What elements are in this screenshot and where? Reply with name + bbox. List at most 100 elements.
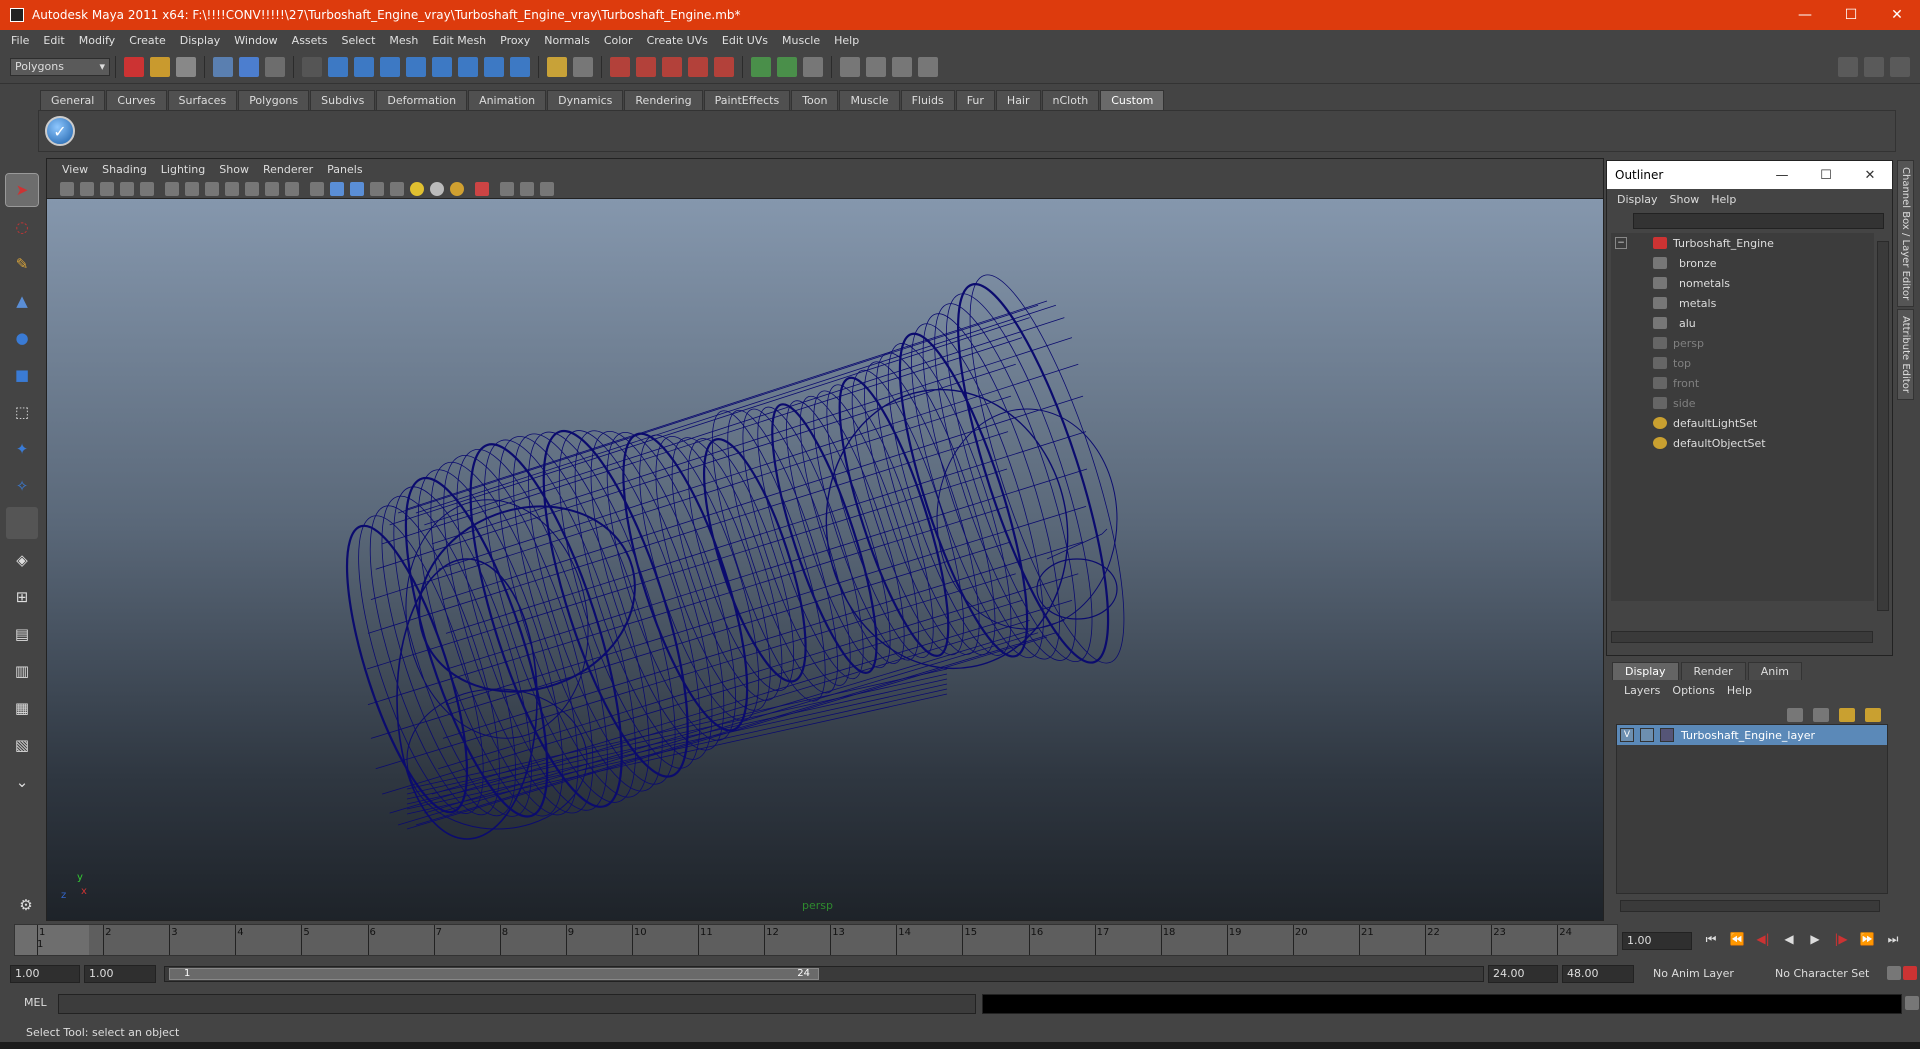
outliner-menu-help[interactable]: Help [1705, 193, 1742, 206]
close-button[interactable]: ✕ [1874, 0, 1920, 30]
gate-mask-icon[interactable] [225, 181, 239, 196]
tab-channel-box-layer-editor[interactable]: Channel Box / Layer Editor [1897, 160, 1914, 308]
bookmarks-icon[interactable] [100, 181, 114, 196]
tab-rendering[interactable]: Rendering [624, 90, 703, 110]
tab-general[interactable]: General [40, 90, 106, 110]
tab-polygons[interactable]: Polygons [238, 90, 310, 110]
go-to-end-button[interactable]: ⏭ [1882, 932, 1904, 950]
ipr-render-icon[interactable] [892, 56, 912, 77]
menu-modify[interactable]: Modify [72, 34, 122, 47]
layer-name[interactable]: Turboshaft_Engine_layer [1681, 729, 1815, 742]
range-slider[interactable]: 1 24 [164, 966, 1484, 982]
maximize-button[interactable]: ☐ [1828, 0, 1874, 30]
safe-action-icon[interactable] [265, 181, 279, 196]
minimize-button[interactable]: — [1782, 0, 1828, 30]
list-item[interactable]: − Turboshaft_Engine [1611, 233, 1874, 253]
snap-to-points-icon[interactable] [662, 56, 682, 77]
xray-active-components-icon[interactable] [520, 181, 534, 196]
make-live-icon[interactable] [714, 56, 734, 77]
safe-title-icon[interactable] [285, 181, 299, 196]
persp-graph-layout-icon[interactable]: ▥ [6, 655, 38, 687]
time-slider[interactable]: 1 1 2 3 4 5 6 7 8 9 10 11 12 13 14 15 16 17 18 19 20 21 22 23 2… [14, 924, 1618, 956]
image-plane-icon[interactable] [120, 181, 134, 196]
list-item[interactable]: metals [1611, 293, 1874, 313]
outliner-horizontal-scrollbar[interactable] [1611, 631, 1873, 643]
playback-start-field[interactable]: 1.00 [84, 965, 156, 983]
output-operations-icon[interactable] [777, 56, 797, 77]
layer-menu-help[interactable]: Help [1721, 684, 1758, 697]
mel-label[interactable]: MEL [10, 996, 52, 1012]
character-set-dropdown[interactable]: No Character Set [1770, 965, 1880, 983]
move-layer-down-icon[interactable] [1813, 708, 1829, 722]
menu-create-uvs[interactable]: Create UVs [640, 34, 715, 47]
select-dynamics-icon[interactable] [458, 56, 478, 77]
render-current-frame-icon[interactable] [866, 56, 886, 77]
outliner-close-button[interactable]: ✕ [1848, 168, 1892, 183]
script-editor-icon[interactable] [1905, 996, 1919, 1010]
tab-toon[interactable]: Toon [791, 90, 839, 110]
list-item[interactable]: top [1611, 353, 1874, 373]
select-by-component-icon[interactable] [265, 56, 285, 77]
construction-history-icon[interactable] [803, 56, 823, 77]
animation-preferences-icon[interactable] [1903, 966, 1917, 980]
snap-to-view-planes-icon[interactable] [688, 56, 708, 77]
tab-hair[interactable]: Hair [995, 90, 1041, 110]
outliner-vertical-scrollbar[interactable] [1877, 241, 1889, 611]
tab-muscle[interactable]: Muscle [839, 90, 900, 110]
snap-to-curves-icon[interactable] [636, 56, 656, 77]
viewport-canvas[interactable]: y x z persp [47, 199, 1603, 920]
use-default-lighting-icon[interactable] [410, 181, 424, 196]
select-surfaces-icon[interactable] [406, 56, 426, 77]
move-tool-icon[interactable]: ▲ [6, 285, 38, 317]
start-time-field[interactable]: 1.00 [10, 965, 80, 983]
hypershade-layout-icon[interactable]: ▦ [6, 692, 38, 724]
step-forward-frame-button[interactable]: |▶ [1830, 932, 1852, 950]
range-slider-handle[interactable]: 1 24 [169, 968, 819, 980]
menu-edit[interactable]: Edit [36, 34, 71, 47]
menu-color[interactable]: Color [597, 34, 640, 47]
menu-window[interactable]: Window [227, 34, 284, 47]
lock-selection-icon[interactable] [547, 56, 567, 77]
list-item[interactable]: nometals [1611, 273, 1874, 293]
xray-joints-icon[interactable] [500, 181, 514, 196]
select-joints-icon[interactable] [354, 56, 374, 77]
command-input[interactable] [58, 994, 976, 1014]
checkmark-shelf-button[interactable]: ✓ [45, 116, 75, 146]
film-gate-icon[interactable] [185, 181, 199, 196]
single-perspective-layout-icon[interactable]: ◈ [6, 544, 38, 576]
menu-select[interactable]: Select [334, 34, 382, 47]
list-item[interactable]: bronze [1611, 253, 1874, 273]
use-all-lights-icon[interactable] [430, 181, 444, 196]
menu-set-selector[interactable]: Polygons ▾ [10, 57, 110, 76]
tab-animation[interactable]: Animation [468, 90, 547, 110]
tab-curves[interactable]: Curves [106, 90, 167, 110]
render-settings-icon[interactable] [918, 56, 938, 77]
menu-normals[interactable]: Normals [537, 34, 597, 47]
menu-create[interactable]: Create [122, 34, 173, 47]
collapse-toggle-icon[interactable]: − [1615, 237, 1627, 249]
rotate-tool-icon[interactable]: ● [6, 322, 38, 354]
input-operations-icon[interactable] [751, 56, 771, 77]
show-attribute-editor-icon[interactable] [1838, 56, 1858, 77]
outliner-filter-field[interactable] [1633, 213, 1884, 229]
select-tool-icon[interactable]: ➤ [5, 173, 39, 207]
tab-attribute-editor[interactable]: Attribute Editor [1897, 309, 1914, 401]
tab-surfaces[interactable]: Surfaces [167, 90, 238, 110]
shadows-icon[interactable] [450, 181, 464, 196]
current-time-indicator[interactable]: 1 [15, 925, 89, 955]
menu-help[interactable]: Help [827, 34, 866, 47]
last-used-tool-icon[interactable] [6, 507, 38, 539]
step-back-frame-button[interactable]: ◀| [1752, 932, 1774, 950]
viewport-menu-panels[interactable]: Panels [320, 163, 369, 176]
highlight-selection-icon[interactable] [573, 56, 593, 77]
play-backwards-button[interactable]: ◀ [1778, 932, 1800, 950]
menu-assets[interactable]: Assets [285, 34, 335, 47]
current-time-field[interactable]: 1.00 [1622, 932, 1692, 950]
create-empty-layer-icon[interactable] [1839, 708, 1855, 722]
tab-fur[interactable]: Fur [955, 90, 995, 110]
outliner-maximize-button[interactable]: ☐ [1804, 168, 1848, 183]
list-item[interactable]: defaultLightSet [1611, 413, 1874, 433]
tab-fluids[interactable]: Fluids [900, 90, 955, 110]
menu-edit-uvs[interactable]: Edit UVs [715, 34, 775, 47]
viewport-menu-lighting[interactable]: Lighting [154, 163, 212, 176]
